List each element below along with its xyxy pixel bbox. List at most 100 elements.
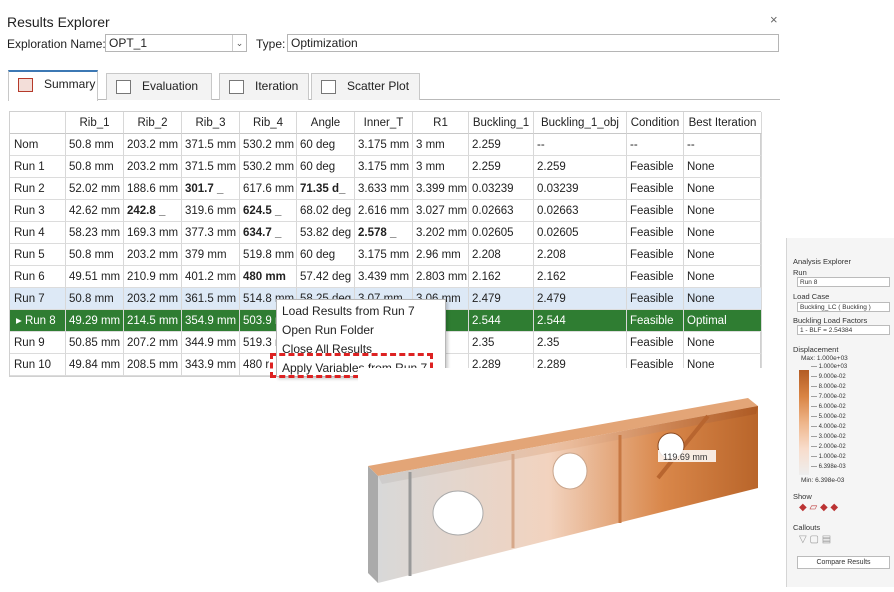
table-row[interactable]: Run 3 42.62 mm 242.8 _ 319.6 mm 624.5 _ 68.02…: [10, 200, 762, 222]
table-cell: Feasible: [627, 156, 684, 178]
table-cell: 68.02 deg: [297, 200, 355, 222]
table-cell: Feasible: [627, 178, 684, 200]
table-cell: --: [534, 134, 627, 156]
sort-corner[interactable]: [10, 112, 66, 134]
table-cell: 344.9 mm: [182, 332, 240, 354]
table-cell: 519.8 mm: [240, 244, 297, 266]
table-cell: 2.259: [469, 156, 534, 178]
callout-options-icon[interactable]: ▽ ▢ ▤: [799, 534, 831, 545]
column-header[interactable]: Condition: [627, 112, 684, 134]
column-header[interactable]: Buckling_1: [469, 112, 534, 134]
table-cell: 3.175 mm: [355, 244, 413, 266]
table-cell: 2.162: [534, 266, 627, 288]
table-cell: 530.2 mm: [240, 134, 297, 156]
table-cell: Feasible: [627, 288, 684, 310]
table-cell: Feasible: [627, 266, 684, 288]
legend-level: — 7.000e-02: [811, 394, 846, 400]
table-cell: 2.578 _: [355, 222, 413, 244]
column-header[interactable]: Rib_1: [66, 112, 124, 134]
table-cell: 624.5 _: [240, 200, 297, 222]
column-header[interactable]: Angle: [297, 112, 355, 134]
table-cell: 0.02663: [469, 200, 534, 222]
table-row[interactable]: Run 5 50.8 mm 203.2 mm 379 mm 519.8 mm 60 deg…: [10, 244, 762, 266]
table-cell: 2.616 mm: [355, 200, 413, 222]
ae-run-select[interactable]: Run 8: [797, 277, 890, 287]
column-header[interactable]: Buckling_1_obj: [534, 112, 627, 134]
table-cell: 2.544: [534, 310, 627, 332]
exploration-name-label: Exploration Name:: [7, 37, 106, 51]
table-cell: 361.5 mm: [182, 288, 240, 310]
table-cell: Optimal: [684, 310, 762, 332]
type-label: Type:: [256, 37, 286, 51]
model-viewport[interactable]: 119.69 mm: [358, 368, 786, 587]
analysis-explorer-panel: Analysis Explorer Run Run 8 Load Case Bu…: [786, 238, 894, 587]
row-label: Nom: [10, 134, 66, 156]
column-header[interactable]: Rib_4: [240, 112, 297, 134]
table-row[interactable]: Run 1 50.8 mm 203.2 mm 371.5 mm 530.2 mm 60 d…: [10, 156, 762, 178]
legend-level: — 4.000e-02: [811, 424, 846, 430]
bracket-model-icon: 119.69 mm: [368, 398, 758, 583]
legend-level: — 6.000e-02: [811, 404, 846, 410]
column-header[interactable]: Rib_2: [124, 112, 182, 134]
table-row[interactable]: Run 4 58.23 mm 169.3 mm 377.3 mm 634.7 _ 53.8…: [10, 222, 762, 244]
legend-level: — 8.000e-02: [811, 384, 846, 390]
ae-max: Max: 1.000e+03: [801, 355, 848, 362]
menu-open-run-folder[interactable]: Open Run Folder: [282, 323, 374, 337]
table-cell: 0.03239: [534, 178, 627, 200]
table-cell: 49.51 mm: [66, 266, 124, 288]
tab-summary[interactable]: Summary: [8, 70, 98, 101]
ae-loadcase-select[interactable]: Buckling_LC ( Buckling ): [797, 302, 890, 312]
iteration-icon: [229, 80, 244, 94]
table-cell: 2.803 mm: [413, 266, 469, 288]
exploration-name-value: OPT_1: [109, 36, 148, 50]
table-cell: 0.02663: [534, 200, 627, 222]
scatter-plot-icon: [321, 80, 336, 94]
table-cell: 53.82 deg: [297, 222, 355, 244]
table-cell: 242.8 _: [124, 200, 182, 222]
table-row[interactable]: Run 6 49.51 mm 210.9 mm 401.2 mm 480 mm 57.42…: [10, 266, 762, 288]
exploration-name-select[interactable]: OPT_1 ⌄: [105, 34, 247, 52]
table-cell: 3 mm: [413, 156, 469, 178]
tab-scatter-plot[interactable]: Scatter Plot: [311, 73, 420, 100]
type-field[interactable]: Optimization: [287, 34, 779, 52]
table-cell: 2.208: [469, 244, 534, 266]
table-cell: 0.02605: [469, 222, 534, 244]
column-header[interactable]: Inner_T: [355, 112, 413, 134]
table-cell: None: [684, 222, 762, 244]
show-options-icon[interactable]: ◆ ▱ ◆ ◆: [799, 502, 838, 513]
table-cell: 210.9 mm: [124, 266, 182, 288]
table-cell: 0.02605: [534, 222, 627, 244]
table-cell: 60 deg: [297, 134, 355, 156]
table-cell: None: [684, 266, 762, 288]
ae-blf-select[interactable]: 1 - BLF = 2.54384: [797, 325, 890, 335]
table-row[interactable]: Nom 50.8 mm 203.2 mm 371.5 mm 530.2 mm 60 deg…: [10, 134, 762, 156]
column-header[interactable]: R1: [413, 112, 469, 134]
chevron-down-icon[interactable]: ⌄: [232, 35, 246, 51]
compare-results-button[interactable]: Compare Results: [797, 556, 890, 569]
table-cell: 377.3 mm: [182, 222, 240, 244]
column-header[interactable]: Best Iteration: [684, 112, 762, 134]
table-cell: 60 deg: [297, 244, 355, 266]
column-header[interactable]: Rib_3: [182, 112, 240, 134]
table-cell: 207.2 mm: [124, 332, 182, 354]
tab-iteration[interactable]: Iteration: [219, 73, 309, 100]
ae-title: Analysis Explorer: [793, 257, 851, 266]
close-icon[interactable]: ×: [770, 12, 778, 27]
table-cell: 2.35: [469, 332, 534, 354]
table-row[interactable]: Run 2 52.02 mm 188.6 mm 301.7 _ 617.6 mm 71.3…: [10, 178, 762, 200]
tab-label: Evaluation: [142, 79, 199, 93]
tab-evaluation[interactable]: Evaluation: [106, 73, 212, 100]
legend-level: — 3.000e-02: [811, 434, 846, 440]
table-cell: 2.479: [534, 288, 627, 310]
ae-blf-label: Buckling Load Factors: [793, 316, 868, 325]
table-cell: None: [684, 178, 762, 200]
table-cell: 71.35 d_: [297, 178, 355, 200]
ae-min: Min: 6.398e-03: [801, 477, 845, 484]
table-cell: None: [684, 156, 762, 178]
table-cell: 49.84 mm: [66, 354, 124, 376]
ae-displacement-label: Displacement: [793, 345, 839, 354]
ae-loadcase-label: Load Case: [793, 292, 830, 301]
table-cell: 371.5 mm: [182, 156, 240, 178]
menu-load-results[interactable]: Load Results from Run 7: [282, 304, 415, 318]
results-explorer-window: Results Explorer × Exploration Name: OPT…: [0, 0, 788, 386]
